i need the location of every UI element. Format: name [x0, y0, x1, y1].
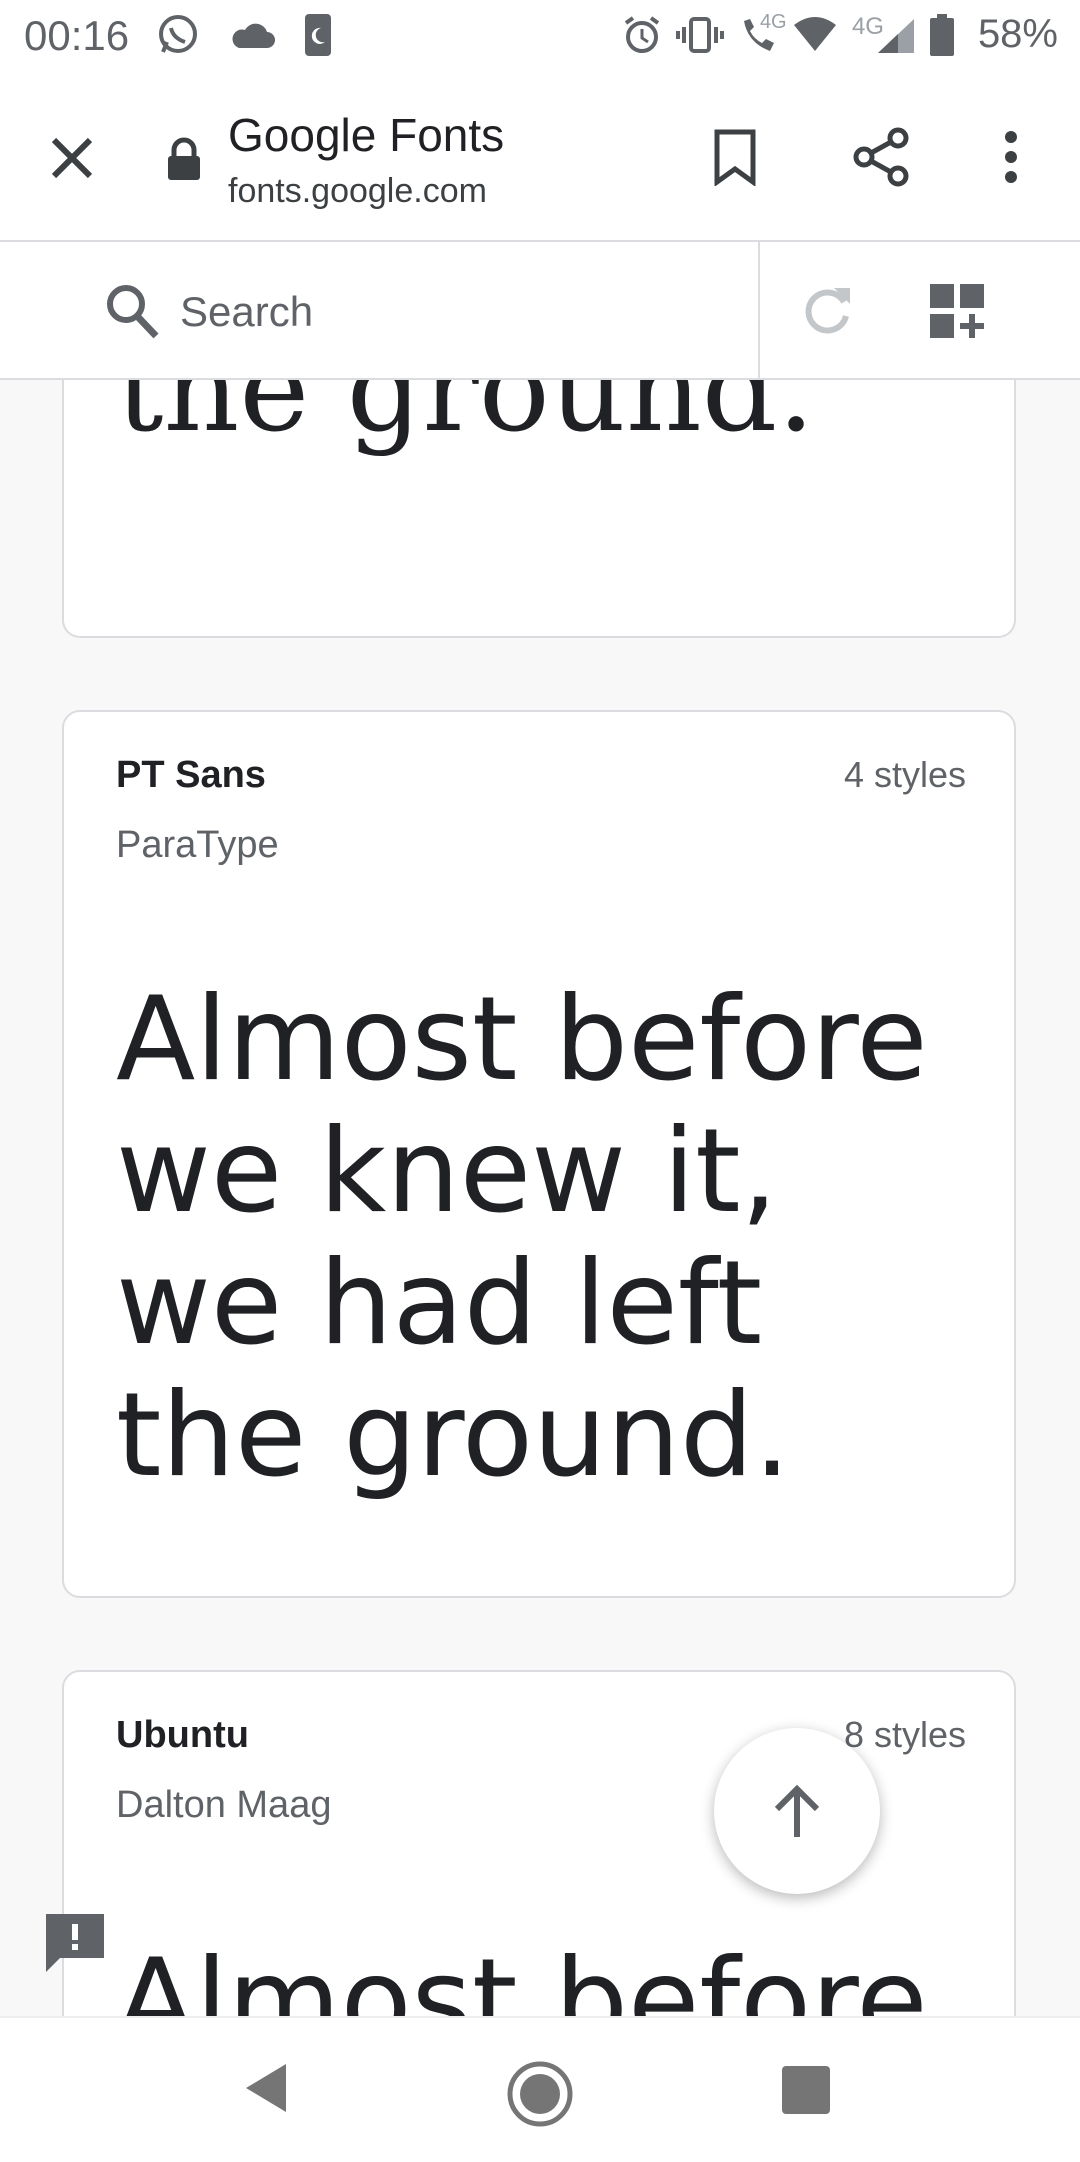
signal-icon: 4G	[852, 13, 916, 55]
notification-icons	[155, 12, 333, 58]
whatsapp-icon	[159, 15, 197, 53]
search-icon[interactable]	[104, 282, 160, 340]
font-list: the ground. PT Sans 4 styles ParaType Al…	[0, 380, 1080, 2016]
arrow-up-icon	[774, 1784, 820, 1837]
font-style-count: 4 styles	[843, 754, 966, 795]
wifi-call-icon: 4G	[738, 11, 787, 55]
scroll-to-top-button[interactable]	[714, 1728, 880, 1894]
font-foundry: ParaType	[116, 824, 279, 866]
phone-moon-icon	[305, 14, 331, 56]
lock-icon	[168, 137, 200, 180]
page-title: Google Fonts	[228, 109, 505, 161]
close-icon[interactable]	[44, 130, 100, 186]
home-icon[interactable]	[506, 2060, 574, 2128]
search-input[interactable]: Search	[180, 288, 313, 336]
vibrate-icon	[675, 16, 724, 53]
font-name: PT Sans	[116, 754, 266, 796]
font-card[interactable]: the ground.	[62, 380, 1016, 638]
font-card[interactable]: PT Sans 4 styles ParaType Almost before …	[62, 710, 1016, 1598]
search-divider	[758, 242, 760, 378]
refresh-icon[interactable]	[800, 280, 854, 338]
battery-percent: 58%	[977, 12, 1058, 56]
add-to-collection-icon[interactable]	[928, 282, 986, 340]
share-icon[interactable]	[852, 126, 912, 188]
page-url: fonts.google.com	[228, 172, 487, 210]
status-time: 00:16	[24, 12, 130, 59]
bookmark-icon[interactable]	[712, 128, 758, 186]
font-search-bar: Search	[0, 242, 1080, 380]
feedback-icon[interactable]	[44, 1912, 106, 1974]
font-sample-text: Almost before we knew it, we had left th…	[116, 972, 928, 1503]
back-icon[interactable]	[242, 2060, 290, 2116]
wifi-icon	[793, 16, 836, 51]
network-label-1: 4G	[759, 10, 787, 33]
font-sample-text: the ground.	[116, 380, 815, 458]
alarm-icon	[624, 15, 660, 53]
system-icons: 4G 4G 58%	[622, 11, 1058, 57]
font-name: Ubuntu	[116, 1714, 249, 1756]
custom-tab-toolbar: Google Fonts fonts.google.com	[0, 72, 1080, 242]
font-sample-text: Almost before	[116, 1934, 928, 2016]
cloud-icon	[232, 23, 275, 48]
recents-icon[interactable]	[782, 2066, 830, 2114]
font-foundry: Dalton Maag	[116, 1784, 332, 1826]
status-bar: 00:16 4G 4G 58%	[0, 0, 1080, 72]
more-vert-icon[interactable]	[1000, 130, 1022, 184]
battery-icon	[929, 13, 954, 56]
system-navigation-bar	[0, 2016, 1080, 2162]
font-style-count: 8 styles	[843, 1714, 966, 1755]
